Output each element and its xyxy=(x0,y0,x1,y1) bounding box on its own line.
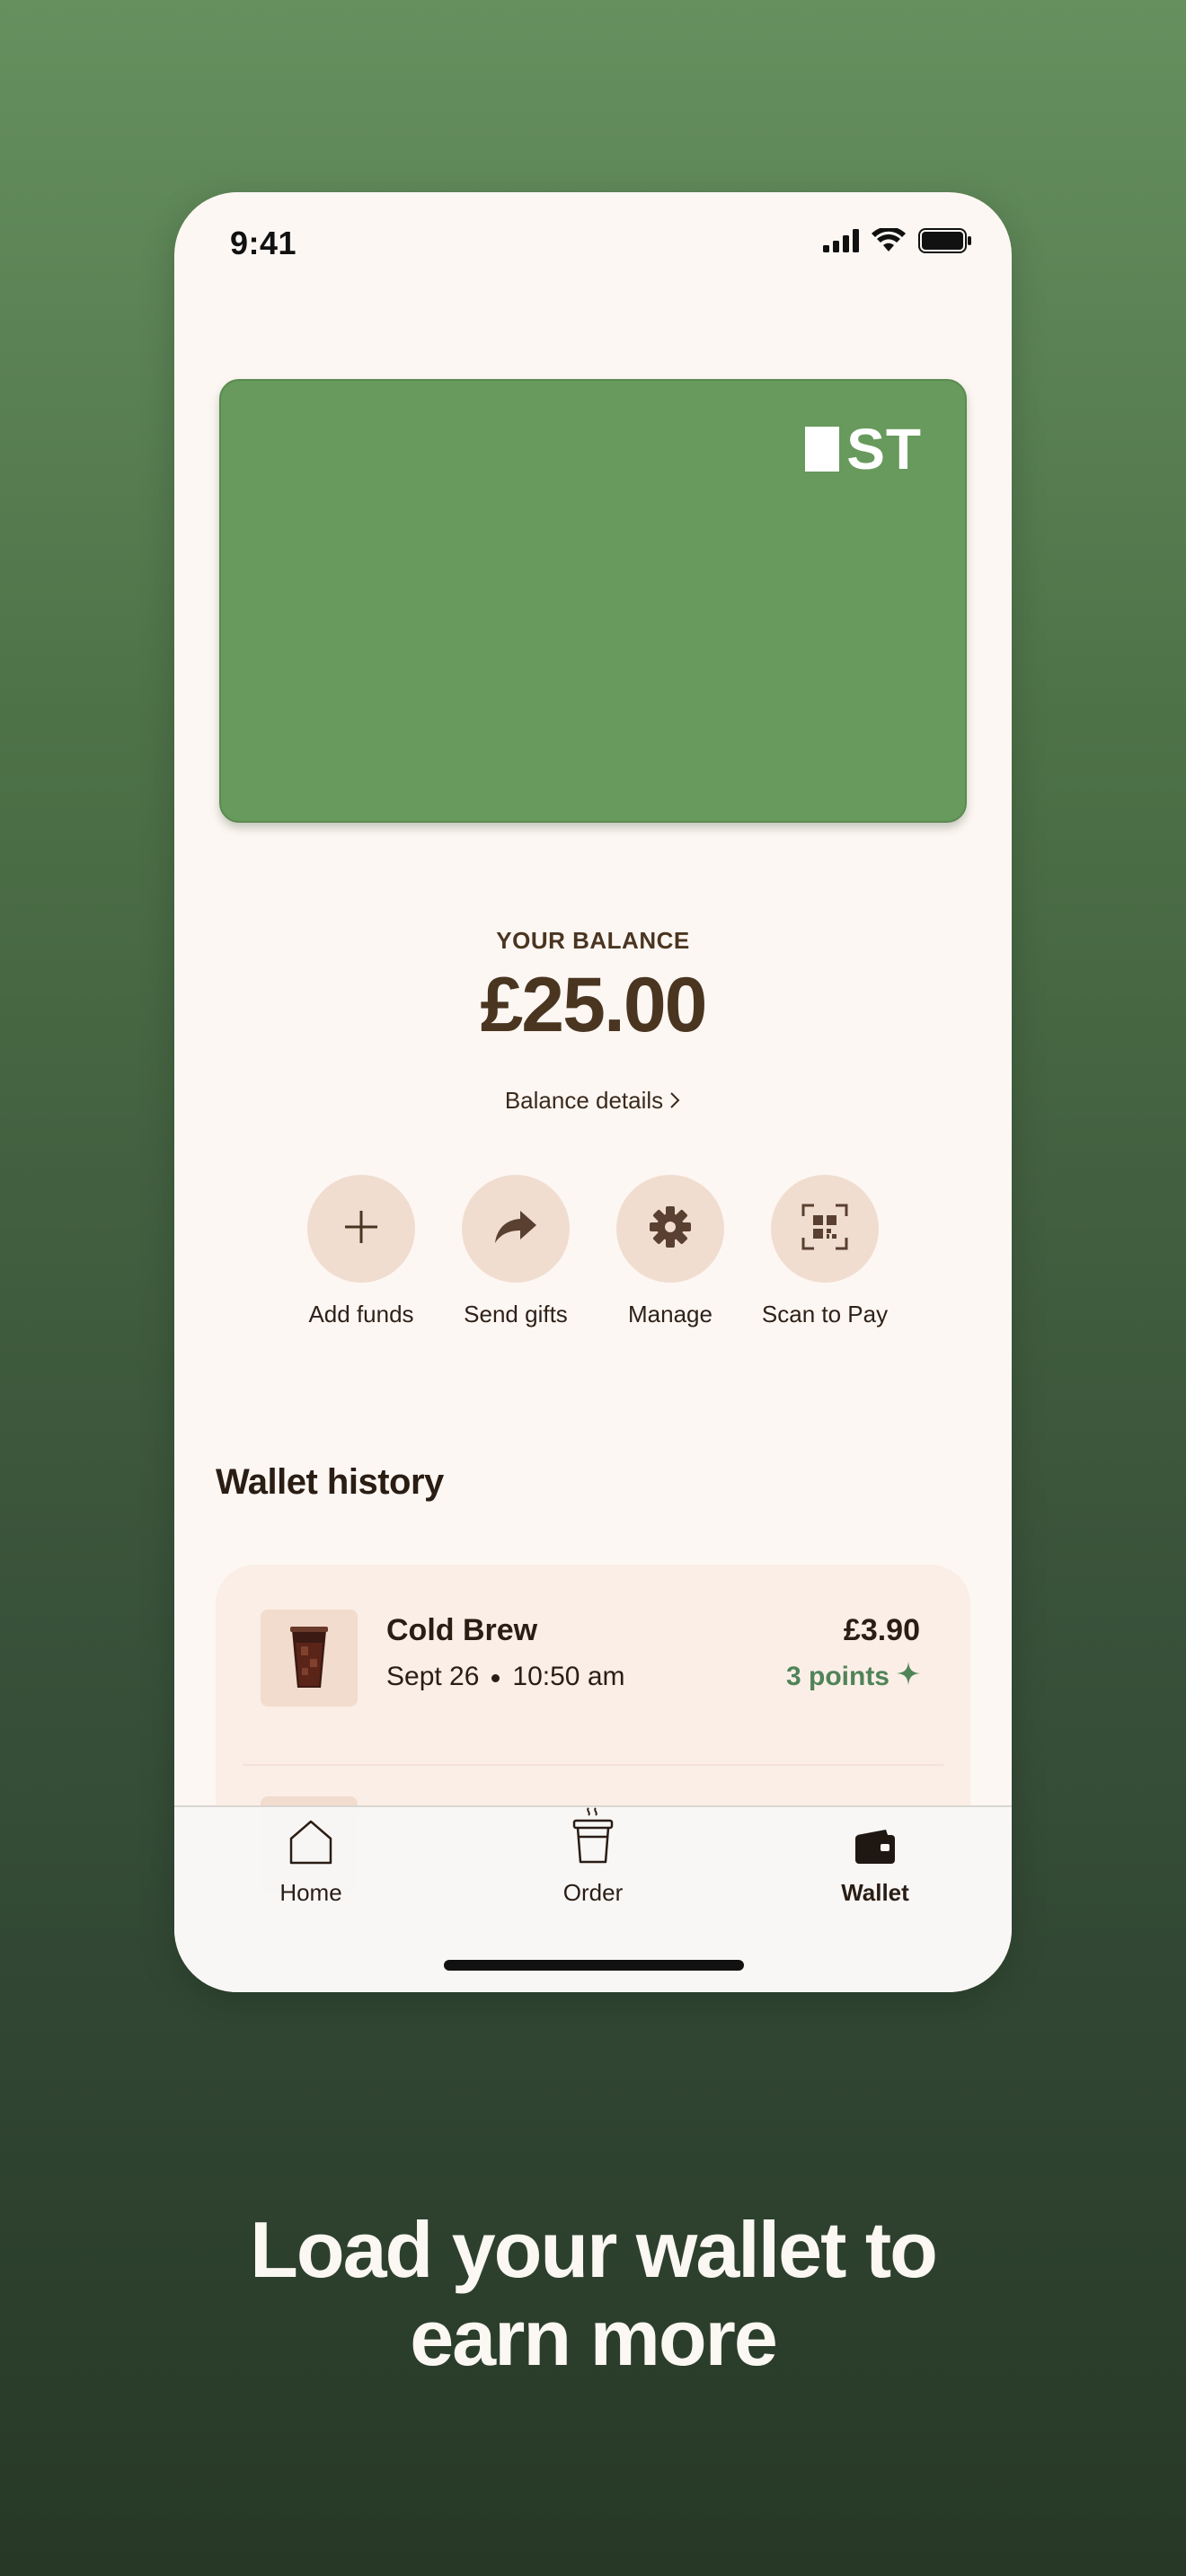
add-funds-button[interactable]: Add funds xyxy=(284,1175,438,1328)
send-gifts-button[interactable]: Send gifts xyxy=(438,1175,593,1328)
item-points-label: 3 points xyxy=(785,1662,890,1691)
add-funds-circle[interactable] xyxy=(307,1175,415,1283)
balance-details-label: Balance details xyxy=(504,1087,664,1114)
wallet-icon xyxy=(854,1828,897,1870)
home-icon xyxy=(288,1819,333,1870)
item-name: Cold Brew xyxy=(386,1613,538,1647)
brand-logo: ST xyxy=(805,420,922,478)
item-thumbnail xyxy=(261,1610,358,1707)
separator-dot-icon xyxy=(491,1673,500,1682)
tab-home[interactable]: Home xyxy=(221,1807,401,1907)
share-arrow-icon xyxy=(493,1207,538,1251)
tab-home-icon-wrap xyxy=(221,1807,401,1870)
home-indicator[interactable] xyxy=(444,1960,744,1971)
headline-line-1: Load your wallet to xyxy=(250,2205,938,2294)
cold-brew-cup-icon xyxy=(288,1623,330,1694)
tab-home-label: Home xyxy=(279,1879,342,1906)
coffee-cup-icon xyxy=(571,1806,615,1870)
qr-scan-icon xyxy=(801,1204,848,1255)
list-item[interactable]: Cold Brew Sept 26 10:50 am £3.90 3 points xyxy=(216,1565,970,1751)
manage-label: Manage xyxy=(628,1301,712,1328)
status-time: 9:41 xyxy=(230,225,297,261)
item-price: £3.90 xyxy=(843,1613,920,1647)
battery-icon xyxy=(918,228,972,258)
tab-order[interactable]: Order xyxy=(503,1807,683,1907)
tab-wallet-label: Wallet xyxy=(841,1879,909,1906)
item-time: 10:50 am xyxy=(512,1662,625,1691)
item-date: Sept 26 xyxy=(386,1662,480,1691)
signal-icon xyxy=(823,229,859,257)
wifi-icon xyxy=(872,226,906,258)
tab-order-icon-wrap xyxy=(503,1807,683,1870)
logo-block-icon xyxy=(805,427,840,472)
scan-to-pay-label: Scan to Pay xyxy=(761,1301,889,1328)
sparkle-star-icon xyxy=(897,1662,920,1692)
manage-circle[interactable] xyxy=(616,1175,724,1283)
list-divider xyxy=(243,1764,943,1766)
logo-text: ST xyxy=(846,417,922,481)
send-gifts-label: Send gifts xyxy=(464,1301,568,1328)
promo-headline: Load your wallet to earn more xyxy=(0,2206,1186,2382)
scan-to-pay-button[interactable]: Scan to Pay xyxy=(748,1175,902,1328)
tab-bar: Home Order Wallet xyxy=(174,1805,1012,1992)
tab-wallet-icon-wrap xyxy=(785,1807,965,1870)
send-gifts-circle[interactable] xyxy=(462,1175,570,1283)
phone-screen: 9:41 ST YOUR BALANCE £25.00 Balance deta… xyxy=(174,192,1012,1992)
scan-to-pay-circle[interactable] xyxy=(771,1175,879,1283)
headline-line-2: earn more xyxy=(410,2293,778,2382)
item-datetime: Sept 26 10:50 am xyxy=(386,1662,625,1692)
balance-label: YOUR BALANCE xyxy=(496,927,690,954)
chevron-right-icon xyxy=(668,1089,681,1116)
plus-icon xyxy=(341,1207,381,1251)
gear-icon xyxy=(648,1204,693,1254)
tab-order-label: Order xyxy=(562,1879,624,1906)
tab-wallet[interactable]: Wallet xyxy=(785,1807,965,1907)
balance-amount: £25.00 xyxy=(480,962,707,1048)
wallet-history-title: Wallet history xyxy=(216,1462,444,1502)
wallet-card[interactable]: ST xyxy=(219,379,967,823)
add-funds-label: Add funds xyxy=(308,1301,414,1328)
item-points: 3 points xyxy=(786,1662,920,1692)
manage-button[interactable]: Manage xyxy=(593,1175,748,1328)
wallet-actions: Add funds Send gifts Manage Scan to Pay xyxy=(174,1175,1012,1337)
balance-details-link[interactable]: Balance details xyxy=(174,1087,1012,1116)
status-icons xyxy=(823,226,972,258)
